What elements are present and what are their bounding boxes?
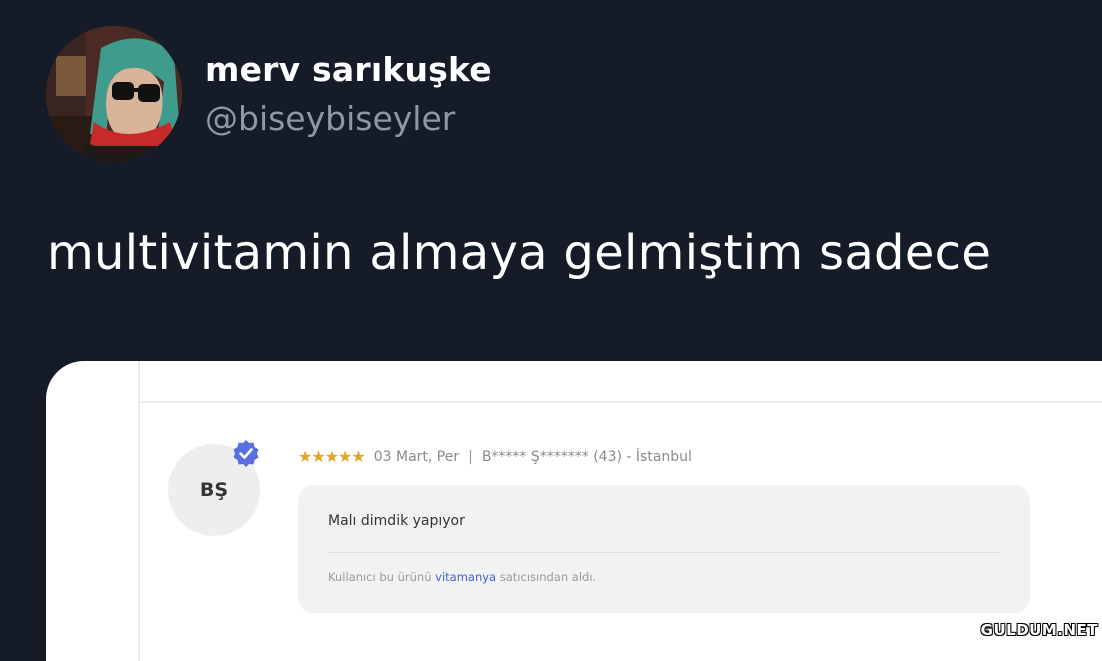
user-handle[interactable]: @biseybiseyler bbox=[205, 99, 455, 138]
card-divider-vertical bbox=[138, 361, 140, 661]
review-divider bbox=[328, 552, 1000, 553]
rating-stars-icon: ★★★★★ bbox=[298, 447, 366, 466]
review-comment: Malı dimdik yapıyor bbox=[328, 513, 465, 529]
purchase-source: Kullanıcı bu ürünü vitamanya satıcısında… bbox=[328, 570, 596, 584]
review-comment-box: Malı dimdik yapıyor Kullanıcı bu ürünü v… bbox=[298, 485, 1030, 613]
seller-link[interactable]: vitamanya bbox=[435, 570, 496, 584]
review-screenshot-card: BŞ ★★★★★ 03 Mart, Per | B***** Ş******* … bbox=[46, 361, 1102, 661]
avatar-photo bbox=[46, 26, 182, 162]
reviewer-info: B***** Ş******* (43) - İstanbul bbox=[481, 448, 692, 465]
card-divider-horizontal bbox=[138, 401, 1102, 403]
watermark: GULDUM.NET bbox=[980, 621, 1098, 639]
review-meta: ★★★★★ 03 Mart, Per | B***** Ş******* (43… bbox=[298, 447, 692, 466]
purchase-source-suffix: satıcısından aldı. bbox=[496, 570, 597, 584]
reviewer-initials: BŞ bbox=[199, 479, 229, 501]
purchase-source-prefix: Kullanıcı bu ürünü bbox=[328, 570, 436, 584]
display-name[interactable]: merv sarıkuşke bbox=[205, 50, 492, 89]
meta-separator: | bbox=[468, 448, 473, 465]
verified-badge-icon bbox=[233, 440, 259, 467]
profile-avatar[interactable] bbox=[46, 26, 182, 162]
tweet-text: multivitamin almaya gelmiştim sadece bbox=[47, 225, 992, 281]
review-date: 03 Mart, Per bbox=[373, 448, 460, 465]
